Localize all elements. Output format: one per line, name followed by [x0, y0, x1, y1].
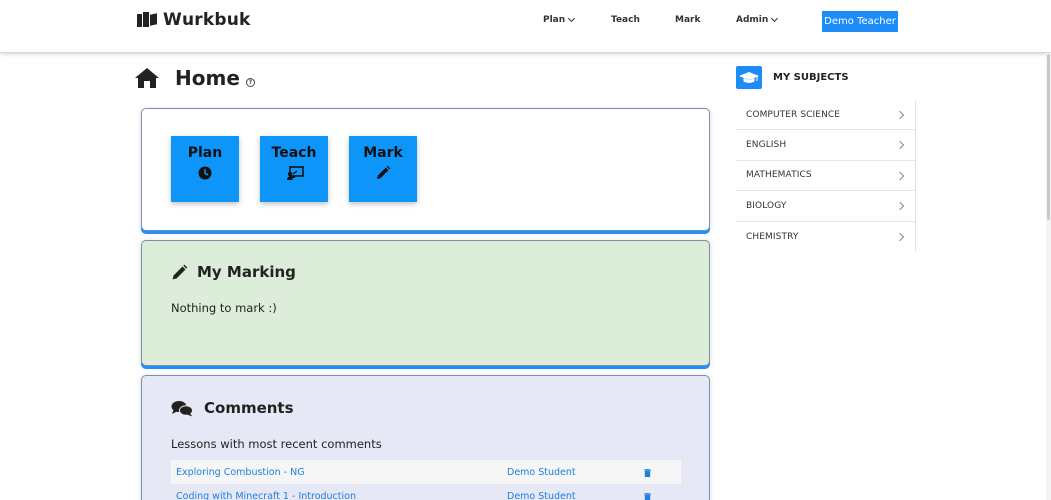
my-marking-title: My Marking [197, 263, 296, 281]
my-marking-heading: My Marking [171, 263, 296, 281]
pencil-icon [375, 165, 391, 181]
home-icon [135, 67, 159, 89]
wurkbuk-logo-icon [137, 12, 158, 28]
chevron-right-icon [895, 110, 905, 120]
comments-heading: Comments [171, 399, 294, 417]
top-navbar: Wurkbuk Plan Teach Mark Admin Demo Teach… [0, 0, 1051, 53]
comments-icon [171, 400, 193, 417]
subject-item-mathematics[interactable]: MATHEMATICS [736, 161, 915, 192]
nav-plan-menu[interactable]: Plan [543, 14, 576, 25]
clock-icon [197, 165, 213, 181]
subject-label: BIOLOGY [746, 200, 787, 211]
page-scrollbar-thumb[interactable] [1047, 54, 1050, 220]
nav-mark-link[interactable]: Mark [675, 15, 700, 25]
subject-label: CHEMISTRY [746, 231, 799, 242]
table-row: Exploring Combustion - NG Demo Student [171, 460, 681, 484]
brand-logo-link[interactable]: Wurkbuk [137, 9, 251, 31]
student-link[interactable]: Demo Student [507, 491, 576, 500]
subject-item-chemistry[interactable]: CHEMISTRY [736, 222, 915, 252]
page-title: Home [175, 66, 240, 90]
graduation-cap-icon [736, 66, 762, 89]
user-account-button[interactable]: Demo Teacher [822, 11, 898, 32]
subject-item-computer-science[interactable]: COMPUTER SCIENCE [736, 100, 915, 131]
trash-icon[interactable] [644, 469, 651, 477]
nav-teach-link[interactable]: Teach [611, 15, 640, 25]
lesson-link[interactable]: Coding with Minecraft 1 - Introduction [176, 491, 356, 500]
nav-mark-label: Mark [675, 15, 701, 25]
my-subjects-header: MY SUBJECTS [736, 66, 849, 89]
chevron-right-icon [895, 141, 905, 150]
my-marking-card: My Marking Nothing to mark :) [141, 240, 710, 366]
table-row: Coding with Minecraft 1 - Introduction D… [171, 484, 681, 500]
subjects-list: COMPUTER SCIENCE ENGLISH MATHEMATICS BIO… [736, 100, 916, 252]
student-link[interactable]: Demo Student [507, 467, 576, 478]
comments-subtitle: Lessons with most recent comments [171, 437, 382, 451]
nav-plan-label: Plan [543, 15, 566, 25]
teach-button[interactable]: Teach [260, 136, 328, 202]
comments-title: Comments [204, 399, 294, 417]
presentation-icon [286, 165, 304, 181]
nav-teach-label: Teach [611, 15, 640, 25]
quick-actions-card: Plan Teach Mark [141, 108, 710, 231]
mark-button-label: Mark [363, 145, 403, 161]
help-icon[interactable]: ? [245, 77, 255, 87]
subject-item-english[interactable]: ENGLISH [736, 130, 915, 161]
trash-icon[interactable] [644, 493, 651, 500]
mark-button[interactable]: Mark [349, 136, 417, 202]
subject-label: MATHEMATICS [746, 170, 812, 181]
lesson-link[interactable]: Exploring Combustion - NG [176, 467, 305, 478]
my-subjects-title: MY SUBJECTS [773, 72, 849, 83]
chevron-right-icon [895, 201, 905, 211]
comments-table: Exploring Combustion - NG Demo Student C… [171, 460, 681, 500]
chevron-right-icon [895, 232, 905, 241]
plan-button[interactable]: Plan [171, 136, 239, 202]
nav-admin-menu[interactable]: Admin [736, 14, 779, 25]
subject-label: ENGLISH [746, 140, 787, 151]
pencil-icon [171, 264, 188, 281]
plan-button-label: Plan [187, 145, 223, 161]
chevron-right-icon [895, 171, 905, 181]
comments-card: Comments Lessons with most recent commen… [141, 375, 710, 500]
marking-empty-message: Nothing to mark :) [171, 301, 277, 315]
brand-name: Wurkbuk [163, 10, 251, 30]
page-header: Home ? [135, 66, 255, 90]
nav-admin-label: Admin [736, 15, 769, 25]
chevron-down-icon [568, 14, 576, 23]
teach-button-label: Teach [271, 145, 317, 161]
subject-label: COMPUTER SCIENCE [746, 109, 841, 120]
subject-item-biology[interactable]: BIOLOGY [736, 191, 915, 222]
chevron-down-icon [771, 14, 779, 23]
